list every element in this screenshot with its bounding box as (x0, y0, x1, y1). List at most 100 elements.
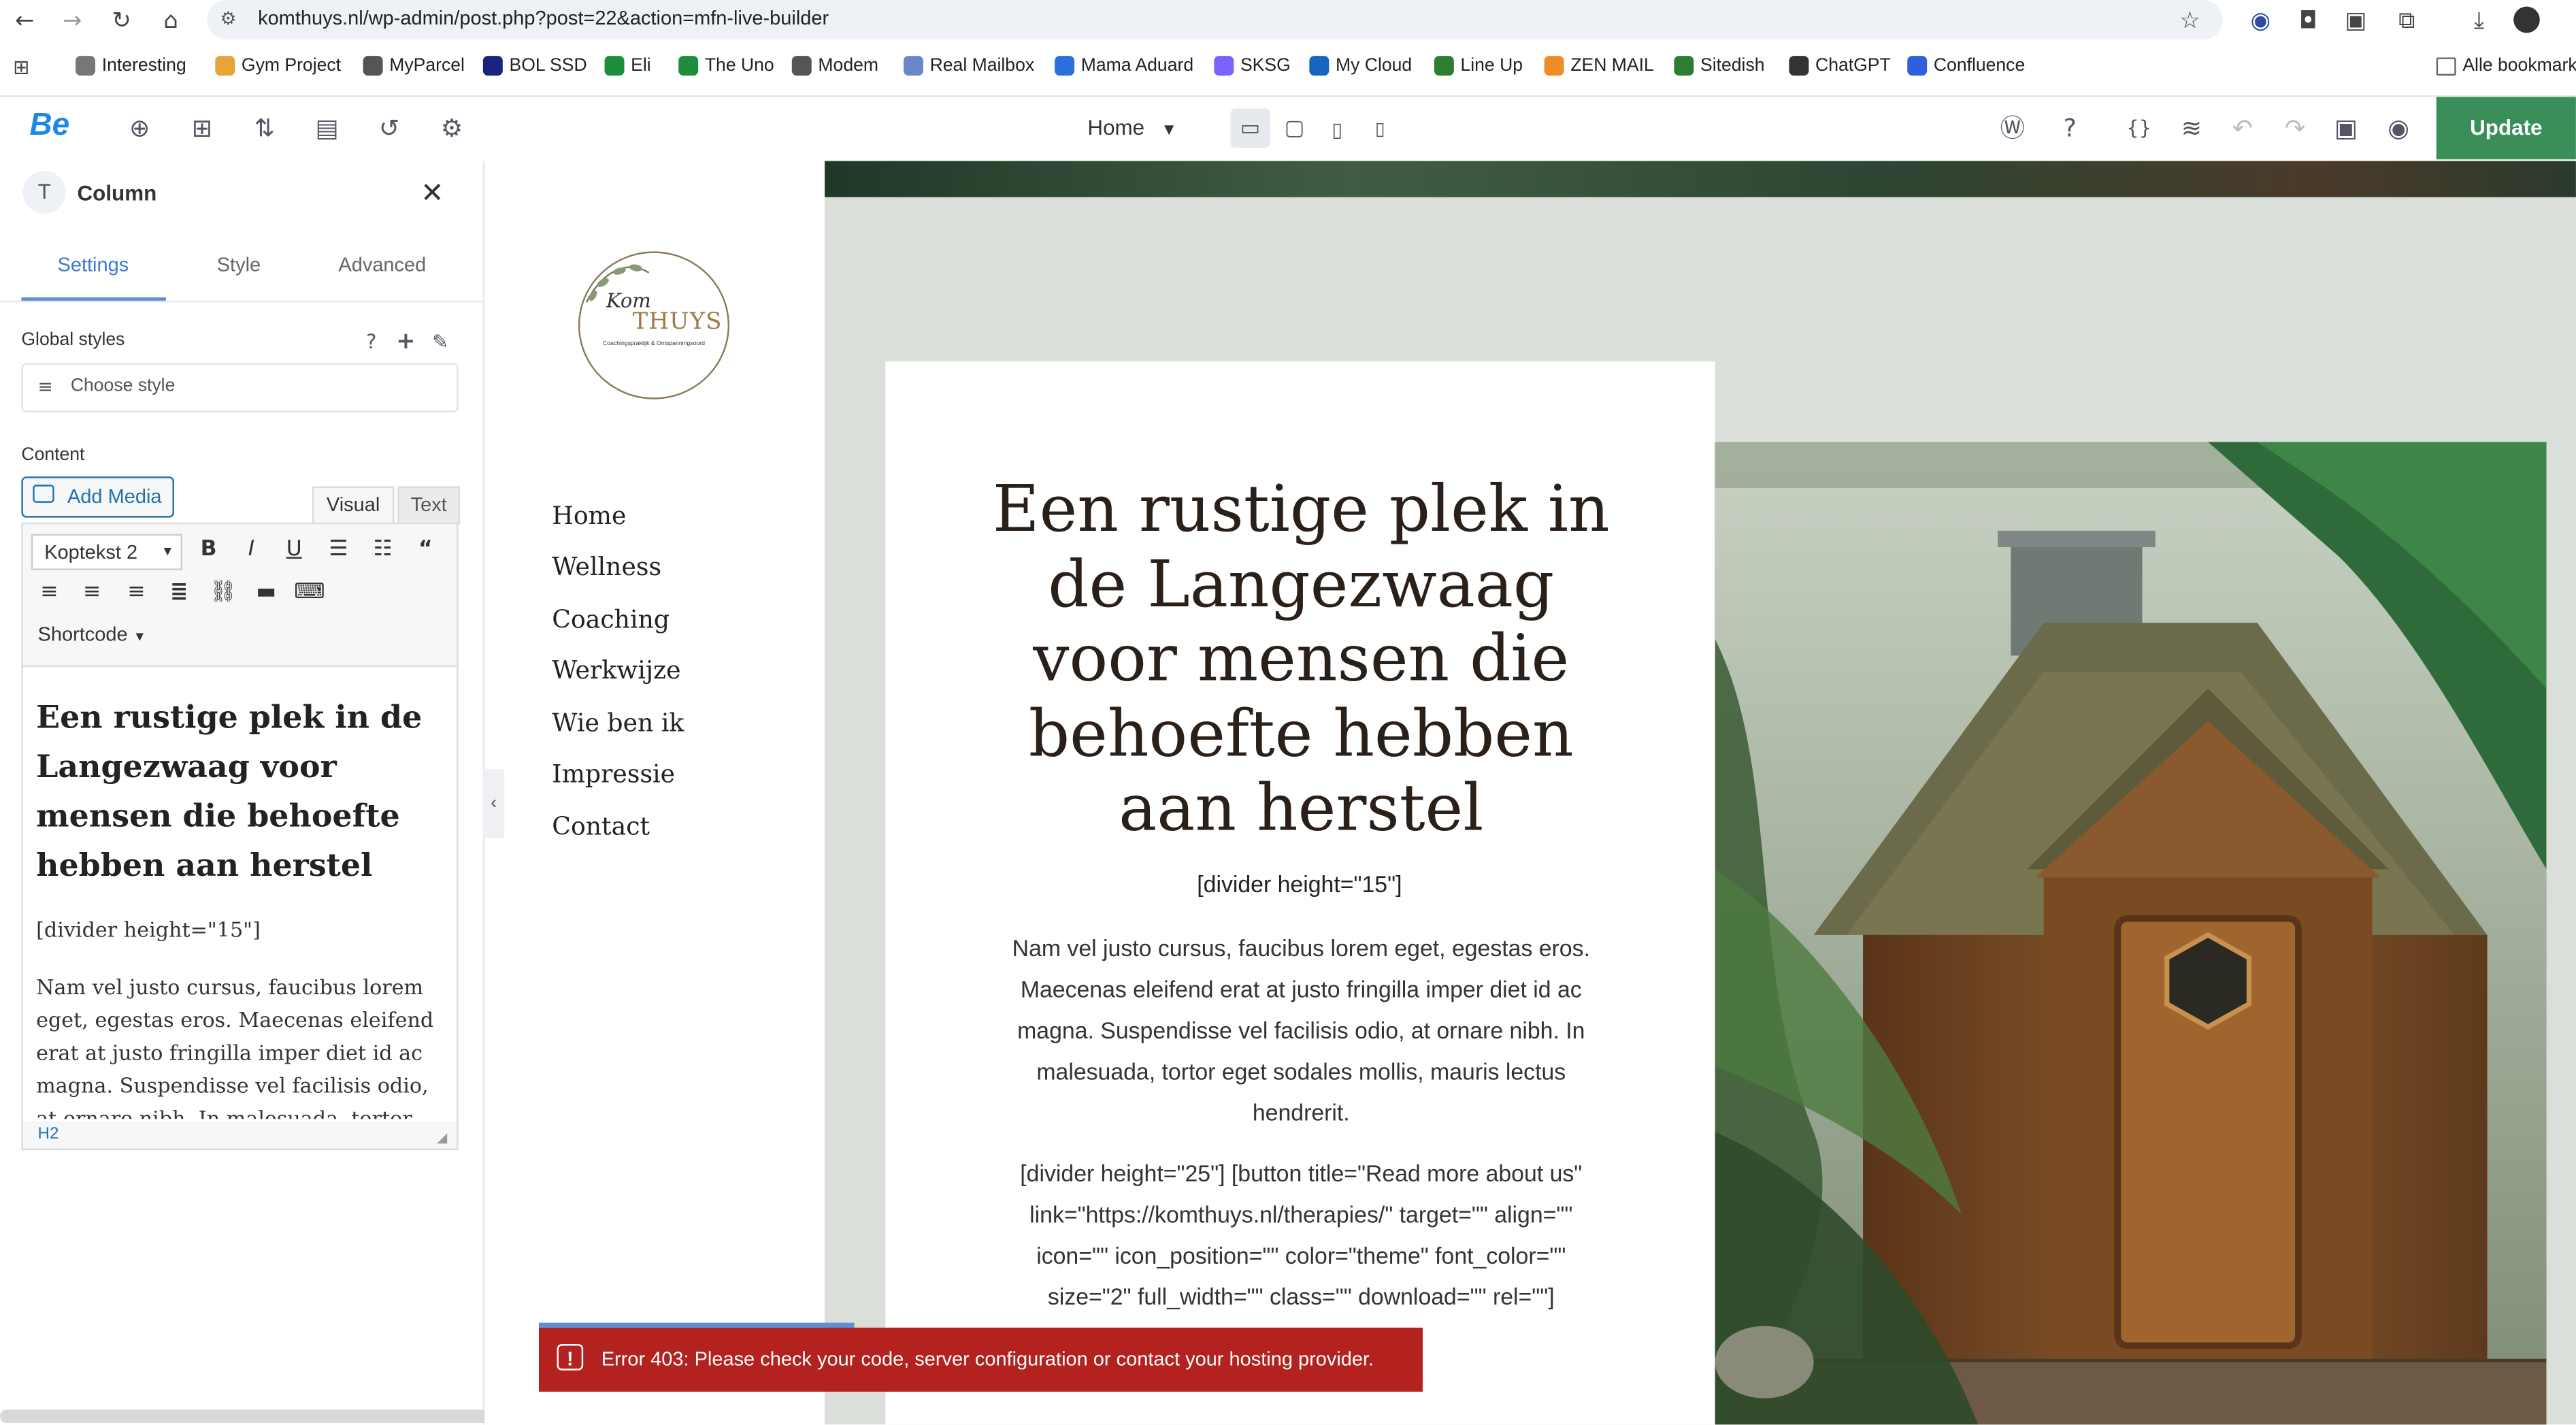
hero-heading[interactable]: Een rustige plek in de Langezwaag voor m… (970, 473, 1633, 847)
editor-paragraph[interactable]: Nam vel justo cursus, faucibus lorem ege… (36, 971, 450, 1119)
cabin-photo[interactable] (1715, 442, 2547, 1425)
bookmarks-folder[interactable]: Alle bookmarks (2436, 56, 2576, 76)
help-icon[interactable]: ? (355, 325, 388, 358)
bookmark-label: Gym Project (241, 56, 342, 76)
nav-contact[interactable]: Contact (552, 812, 650, 841)
bookmark-item[interactable]: Confluence (1907, 56, 2025, 76)
numbered-list-icon[interactable]: ☷ (368, 536, 397, 565)
logo-word: THUYS (632, 308, 723, 335)
layers-icon[interactable]: ≋ (2175, 112, 2208, 144)
bookmark-item[interactable]: Real Mailbox (903, 56, 1034, 76)
profile-avatar[interactable] (2513, 6, 2540, 33)
bookmark-item[interactable]: Gym Project (215, 56, 341, 76)
tab-advanced[interactable]: Advanced (338, 253, 426, 276)
page-selector[interactable]: Home ▼ (1087, 115, 1177, 140)
preview-eye-icon[interactable]: ◉ (2382, 112, 2415, 144)
read-more-icon[interactable]: ▬ (251, 578, 280, 608)
nav-home[interactable]: Home (552, 501, 626, 530)
bookmark-item[interactable]: Interesting (76, 56, 186, 76)
bookmark-favicon-icon (1789, 56, 1809, 76)
editor-tab-text[interactable]: Text (397, 486, 461, 525)
reload-icon[interactable]: ↻ (105, 5, 138, 37)
bookmark-item[interactable]: Mama Aduard (1055, 56, 1193, 76)
site-info-icon[interactable]: ⚙ (220, 8, 237, 29)
divider-shortcode[interactable]: [divider height="15"] (968, 871, 1631, 898)
nav-werkwijze[interactable]: Werkwijze (552, 655, 680, 685)
edit-style-icon[interactable]: ✎ (424, 325, 457, 358)
format-select[interactable]: Koptekst 2 ▼ (31, 534, 183, 570)
bookmark-label: Mama Aduard (1080, 56, 1194, 76)
underline-icon[interactable]: U (279, 536, 308, 565)
help-icon[interactable]: ? (2053, 112, 2086, 144)
bookmark-favicon-icon (1055, 56, 1075, 76)
bookmark-star-icon[interactable]: ☆ (2173, 5, 2206, 37)
resize-handle-icon[interactable]: ◢ (437, 1130, 447, 1145)
bookmark-item[interactable]: SKSG (1214, 56, 1291, 76)
nav-wellness[interactable]: Wellness (552, 552, 661, 581)
nav-coaching[interactable]: Coaching (552, 605, 670, 634)
password-manager-icon[interactable]: ◉ (2244, 5, 2277, 37)
redo-icon[interactable]: ↷ (2279, 112, 2311, 144)
link-icon[interactable]: ⛓ (209, 578, 238, 608)
bullet-list-icon[interactable]: ☰ (324, 536, 353, 565)
keyboard-icon[interactable]: ⌨ (294, 578, 325, 608)
bookmark-favicon-icon (1674, 56, 1694, 76)
align-right-icon[interactable]: ≡ (122, 578, 151, 608)
history-icon[interactable]: ↺ (373, 112, 406, 144)
settings-gear-icon[interactable]: ⚙ (435, 112, 468, 144)
bookmark-item[interactable]: Eli (604, 56, 651, 76)
editor-divider-shortcode[interactable]: [divider height="15"] (36, 917, 261, 941)
bookmark-item[interactable]: ZEN MAIL (1544, 56, 1654, 76)
puzzle-icon[interactable]: ⧉ (2390, 5, 2423, 37)
wordpress-icon[interactable]: Ⓦ (1996, 112, 2029, 144)
undo-icon[interactable]: ↶ (2226, 112, 2259, 144)
update-button[interactable]: Update (2436, 97, 2576, 160)
download-icon[interactable]: ⤓ (2462, 5, 2495, 37)
bookmark-item[interactable]: ChatGPT (1789, 56, 1891, 76)
add-style-icon[interactable]: + (389, 325, 422, 358)
collapse-panel-handle[interactable]: ‹ (482, 768, 505, 838)
site-logo[interactable]: Kom THUYS Coachingspraktijk & Ontspannin… (578, 251, 730, 399)
editor-tab-visual[interactable]: Visual (312, 486, 395, 525)
nav-wie-ben-ik[interactable]: Wie ben ik (552, 708, 684, 738)
bookmark-item[interactable]: The Uno (678, 56, 774, 76)
close-icon[interactable]: ✕ (420, 178, 444, 210)
bookmark-item[interactable]: BOL SSD (482, 56, 587, 76)
add-element-icon[interactable]: ⊕ (123, 112, 156, 144)
align-center-icon[interactable]: ≡ (77, 578, 106, 608)
tab-settings[interactable]: Settings (58, 253, 129, 276)
layout-icon[interactable]: ⊞ (186, 112, 218, 144)
extension-icon[interactable]: ▣ (2339, 5, 2372, 37)
align-left-icon[interactable]: ≡ (35, 578, 64, 608)
bookmark-item[interactable]: My Cloud (1309, 56, 1412, 76)
templates-icon[interactable]: ▤ (310, 112, 343, 144)
bookmark-item[interactable]: Sitedish (1674, 56, 1765, 76)
mobile-icon[interactable]: ▯ (1364, 114, 1396, 146)
builder-logo[interactable]: Be (29, 108, 69, 144)
back-icon[interactable]: ← (8, 5, 41, 37)
home-icon[interactable]: ⌂ (154, 5, 187, 37)
camera-icon[interactable]: ◘ (2292, 5, 2324, 37)
sort-icon[interactable]: ⇅ (248, 112, 281, 144)
laptop-icon[interactable]: ▢ (1278, 114, 1310, 146)
align-justify-icon[interactable]: ≣ (164, 578, 193, 608)
apps-grid-icon[interactable]: ⊞ (5, 51, 37, 84)
bookmark-item[interactable]: MyParcel (363, 56, 465, 76)
editor-heading[interactable]: Een rustige plek in de Langezwaag voor m… (36, 693, 447, 891)
hero-paragraph[interactable]: Nam vel justo cursus, faucibus lorem ege… (995, 928, 1606, 1134)
bold-icon[interactable]: B (194, 536, 223, 565)
tab-style[interactable]: Style (217, 253, 261, 276)
url-text[interactable]: komthuys.nl/wp-admin/post.php?post=22&ac… (258, 7, 829, 30)
bookmark-item[interactable]: Modem (791, 56, 878, 76)
forward-icon[interactable]: → (56, 5, 88, 37)
tablet-icon[interactable]: ▯ (1321, 114, 1353, 146)
quote-icon[interactable]: “ (411, 536, 440, 565)
nav-impressie[interactable]: Impressie (552, 759, 675, 788)
panel-title: Column (77, 180, 157, 206)
shortcode-dropdown[interactable]: Shortcode ▼ (38, 623, 146, 646)
bookmark-item[interactable]: Line Up (1434, 56, 1523, 76)
button-shortcode[interactable]: [divider height="25"] [button title="Rea… (999, 1153, 1604, 1311)
save-draft-icon[interactable]: ▣ (2330, 112, 2362, 144)
custom-code-icon[interactable]: {} (2123, 112, 2156, 144)
italic-icon[interactable]: I (237, 536, 266, 565)
